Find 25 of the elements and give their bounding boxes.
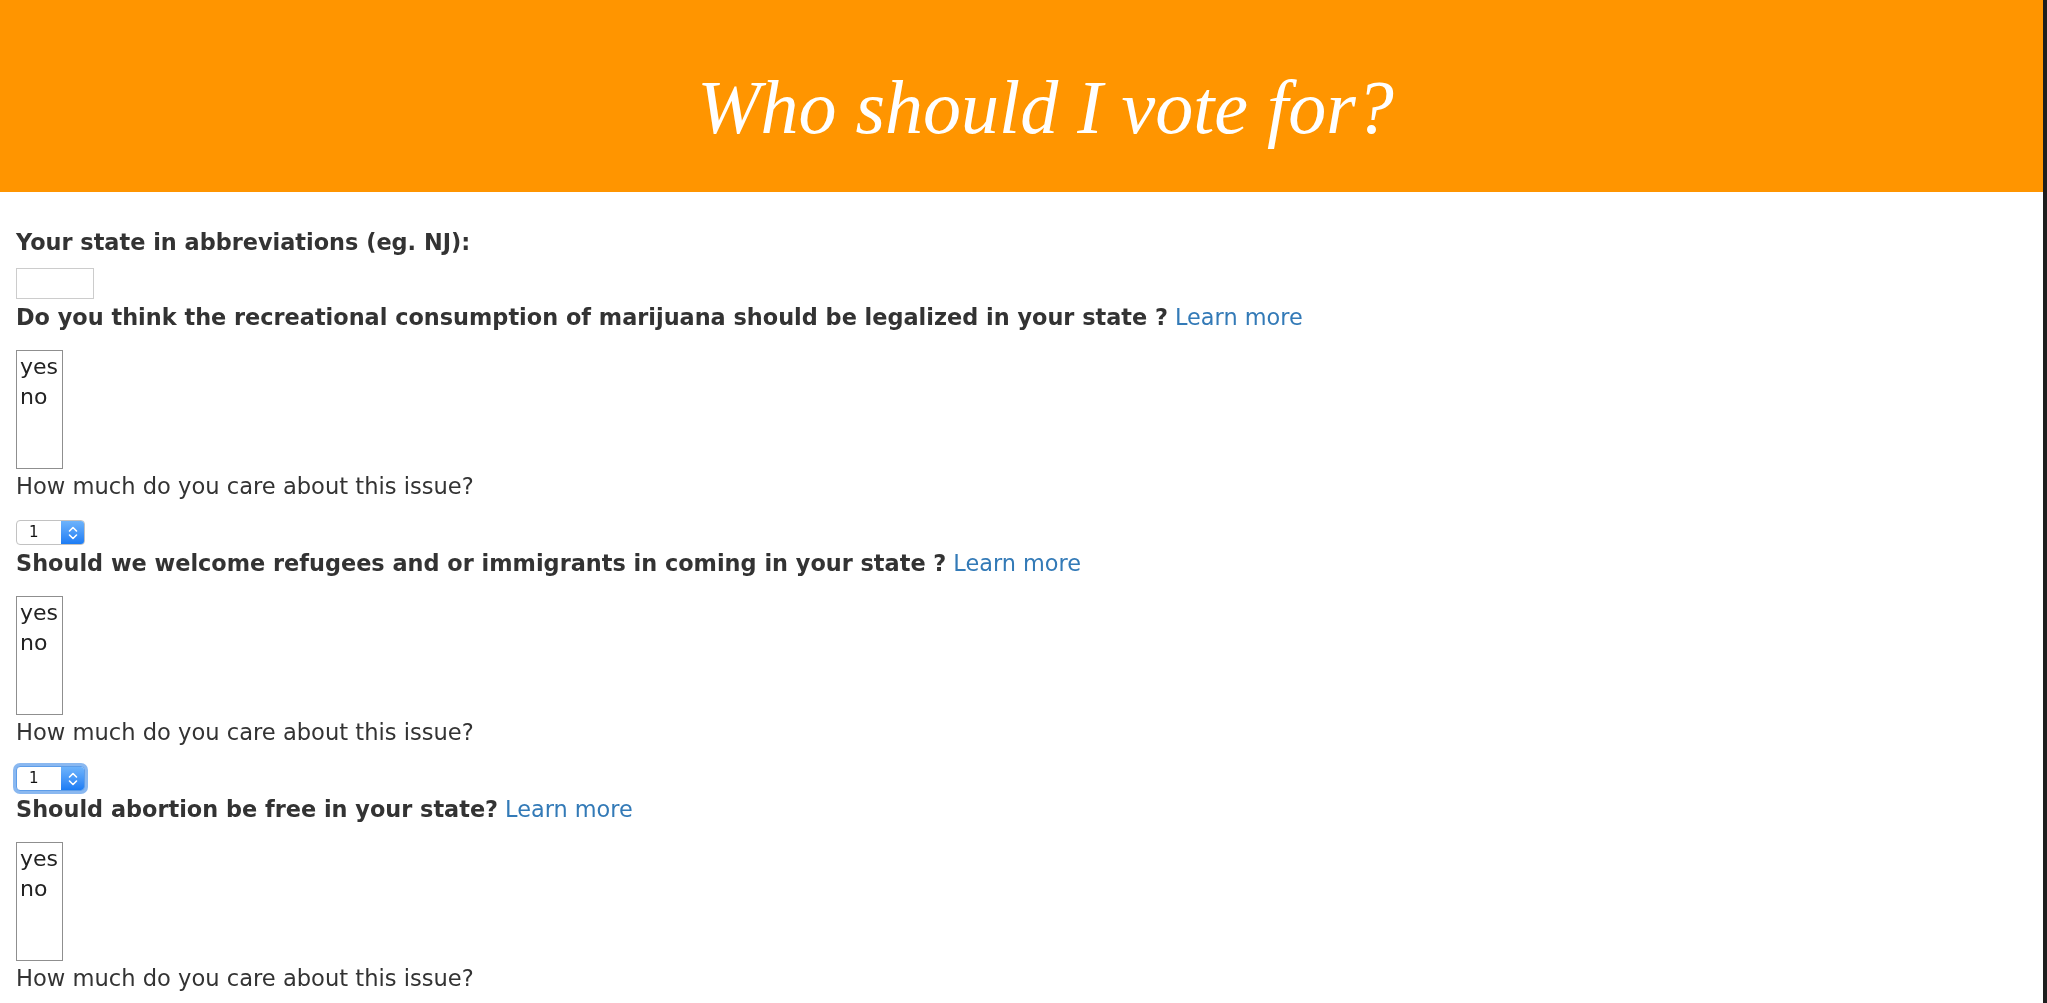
listbox-option[interactable]: yes — [17, 598, 62, 628]
state-input[interactable] — [16, 268, 94, 299]
listbox-option[interactable]: no — [17, 874, 62, 904]
answer-listbox[interactable]: yes no — [16, 596, 63, 715]
question-label: Do you think the recreational consumption of marijuana should be legalized in your state ? — [16, 304, 1168, 330]
answer-listbox[interactable]: yes no — [16, 842, 63, 961]
field-label: Your state in abbreviations (eg. NJ): — [16, 229, 471, 255]
learn-more-link[interactable]: Learn more — [1175, 304, 1303, 330]
answer-listbox[interactable]: yes no — [16, 350, 63, 469]
rating-select[interactable]: 1 — [16, 766, 85, 791]
care-label: How much do you care about this issue? — [16, 719, 474, 745]
learn-more-link[interactable]: Learn more — [505, 796, 633, 822]
listbox-option[interactable]: no — [17, 628, 62, 658]
listbox-option[interactable]: no — [17, 382, 62, 412]
care-label: How much do you care about this issue? — [16, 473, 474, 499]
chevron-up-down-icon — [61, 521, 84, 544]
question-label: Should abortion be free in your state? — [16, 796, 499, 822]
care-label: How much do you care about this issue? — [16, 965, 474, 991]
learn-more-link[interactable]: Learn more — [953, 550, 1082, 576]
rating-select[interactable]: 1 — [16, 520, 85, 545]
page-title: Who should I vote for? — [697, 64, 1394, 151]
question-label: Should we welcome refugees and or immigrants in coming in your state ? — [16, 550, 947, 576]
listbox-option[interactable]: yes — [17, 844, 62, 874]
chevron-up-down-icon — [61, 767, 84, 790]
listbox-option[interactable]: yes — [17, 352, 62, 382]
